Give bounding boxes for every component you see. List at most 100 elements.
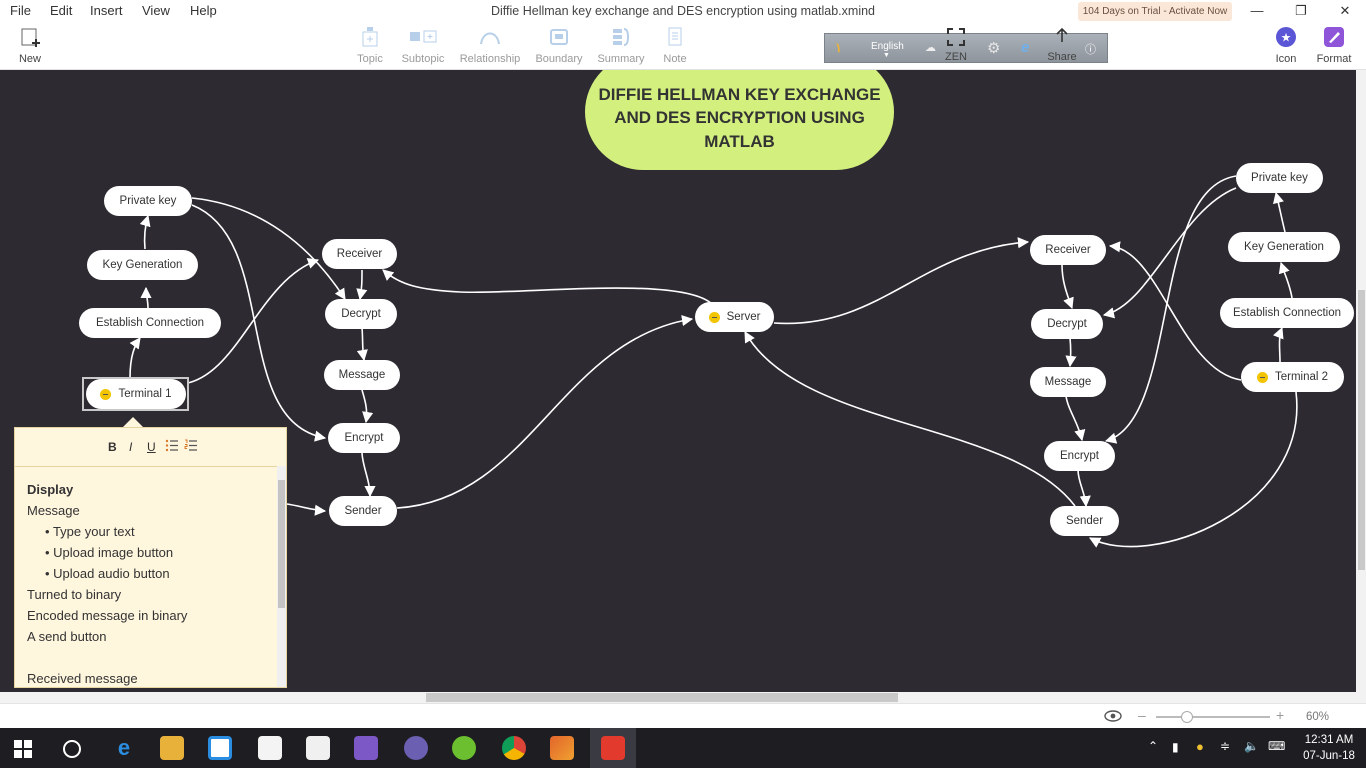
windows-start-icon[interactable]	[14, 740, 32, 758]
node-sender-right[interactable]: Sender	[1050, 506, 1119, 536]
relationship-label: Relationship	[459, 53, 521, 65]
window-title: Diffie Hellman key exchange and DES encr…	[491, 4, 875, 18]
tray-chevron-icon[interactable]: ⌃	[1148, 739, 1158, 753]
node-receiver-right[interactable]: Receiver	[1030, 235, 1106, 265]
edge-t1-establish	[129, 337, 141, 379]
italic-button[interactable]: I	[129, 440, 132, 454]
icon-button[interactable]: ★ Icon	[1270, 26, 1302, 65]
share-button[interactable]: Share	[1044, 26, 1080, 63]
ime-info-icon[interactable]: ⓘ	[1085, 41, 1096, 57]
underline-button[interactable]: U	[147, 440, 156, 454]
subtopic-button[interactable]: Subtopic	[400, 26, 446, 65]
note-button[interactable]: Note	[658, 26, 692, 65]
file-explorer-icon[interactable]	[160, 736, 184, 760]
zoom-out-icon[interactable]: –	[1138, 707, 1146, 723]
cortana-icon[interactable]	[62, 739, 82, 759]
numbered-list-icon[interactable]	[184, 439, 198, 452]
menu-file[interactable]: File	[10, 3, 31, 18]
central-topic[interactable]: DIFFIE HELLMAN KEY EXCHANGE AND DES ENCR…	[585, 70, 894, 170]
topic-label: Topic	[357, 53, 383, 65]
store-icon[interactable]	[208, 736, 232, 760]
xmind-task-active[interactable]	[590, 728, 636, 768]
relationship-icon	[480, 32, 500, 45]
node-message-left[interactable]: Message	[324, 360, 400, 390]
notes-scroll-thumb[interactable]	[278, 480, 285, 608]
node-sender-left[interactable]: Sender	[329, 496, 397, 526]
node-establish-connection-right[interactable]: Establish Connection	[1220, 298, 1354, 328]
mail-icon[interactable]	[306, 736, 330, 760]
tray-app-icon[interactable]: ●	[1196, 739, 1204, 754]
notes-bullet-text: Type your text	[52, 524, 135, 539]
boundary-button[interactable]: Boundary	[534, 26, 584, 65]
chrome-icon[interactable]	[502, 736, 526, 760]
edge-notes-sender	[286, 503, 327, 516]
zoom-in-icon[interactable]: +	[1276, 707, 1284, 723]
boundary-icon	[550, 29, 568, 45]
notes-popup[interactable]: B I U Display Message • Type your text •…	[14, 427, 287, 688]
node-message-right[interactable]: Message	[1030, 367, 1106, 397]
node-terminal-1[interactable]: Terminal 1	[86, 379, 186, 409]
edge-browser-icon[interactable]: e	[112, 736, 136, 760]
menu-edit[interactable]: Edit	[50, 3, 72, 18]
topic-button[interactable]: Topic	[352, 26, 388, 65]
ime-dropdown-icon[interactable]: ▼	[883, 52, 890, 59]
utorrent-icon[interactable]	[452, 736, 476, 760]
node-encrypt-left[interactable]: Encrypt	[328, 423, 400, 453]
bold-button[interactable]: B	[108, 440, 117, 454]
ime-logo-icon[interactable]: ١	[835, 40, 842, 56]
format-label: Format	[1316, 53, 1352, 65]
bullet-list-icon[interactable]	[165, 439, 179, 452]
zoom-slider-handle[interactable]	[1181, 711, 1193, 723]
node-server[interactable]: Server	[695, 302, 774, 332]
node-receiver-left[interactable]: Receiver	[322, 239, 397, 269]
zoom-level[interactable]: 60%	[1306, 711, 1329, 723]
new-button[interactable]: New	[14, 26, 46, 65]
ime-settings-icon[interactable]: ⚙	[987, 39, 1000, 57]
battery-icon[interactable]: ▮	[1172, 740, 1179, 754]
media-player-icon[interactable]	[404, 736, 428, 760]
notes-bullet-text: Upload image button	[53, 545, 174, 560]
ime-language[interactable]: English	[871, 41, 904, 52]
ime-keyboard-icon[interactable]: ☁	[925, 41, 936, 54]
menu-view[interactable]: View	[142, 3, 170, 18]
trial-badge[interactable]: 104 Days on Trial - Activate Now	[1078, 2, 1232, 21]
close-icon[interactable]: ✕	[1322, 0, 1366, 22]
menu-insert[interactable]: Insert	[90, 3, 123, 18]
node-key-generation-right[interactable]: Key Generation	[1228, 232, 1340, 262]
matlab-icon[interactable]	[550, 736, 574, 760]
menu-help[interactable]: Help	[190, 3, 217, 18]
ime-browser-icon[interactable]: e	[1021, 39, 1029, 56]
node-terminal-2[interactable]: Terminal 2	[1241, 362, 1344, 392]
sticky-notes-icon[interactable]	[258, 736, 282, 760]
node-decrypt-right[interactable]: Decrypt	[1031, 309, 1103, 339]
node-private-key-left[interactable]: Private key	[104, 186, 192, 216]
horizontal-scroll-thumb[interactable]	[426, 693, 898, 702]
node-key-generation-left[interactable]: Key Generation	[87, 250, 198, 280]
zen-button[interactable]: ZEN	[940, 26, 972, 63]
zoom-slider[interactable]	[1156, 716, 1270, 718]
node-private-key-right[interactable]: Private key	[1236, 163, 1323, 193]
clock[interactable]: 12:31 AM 07-Jun-18	[1300, 732, 1358, 764]
keyboard-icon[interactable]: ⌨	[1268, 739, 1285, 753]
volume-icon[interactable]: 🔈	[1244, 739, 1259, 753]
node-establish-connection-left[interactable]: Establish Connection	[79, 308, 221, 338]
edge-private2-decrypt2	[1102, 187, 1237, 319]
summary-label: Summary	[597, 53, 645, 65]
vertical-scroll-thumb[interactable]	[1358, 290, 1365, 570]
visual-studio-icon[interactable]	[354, 736, 378, 760]
node-encrypt-right[interactable]: Encrypt	[1044, 441, 1115, 471]
restore-icon[interactable]: ❐	[1278, 0, 1324, 22]
subtopic-label: Subtopic	[401, 53, 445, 65]
wifi-icon[interactable]: ≑	[1220, 739, 1230, 753]
notes-content[interactable]: Display Message • Type your text • Uploa…	[15, 467, 286, 692]
relationship-button[interactable]: Relationship	[459, 26, 521, 65]
mindmap-canvas[interactable]: DIFFIE HELLMAN KEY EXCHANGE AND DES ENCR…	[0, 70, 1356, 692]
edge-server-receiver-left	[382, 269, 713, 305]
subtopic-icon	[410, 30, 437, 43]
summary-button[interactable]: Summary	[596, 26, 646, 65]
node-decrypt-left[interactable]: Decrypt	[325, 299, 397, 329]
format-button[interactable]: Format	[1314, 26, 1354, 65]
zen-label: ZEN	[945, 51, 967, 63]
minimize-icon[interactable]: —	[1234, 0, 1280, 22]
eye-icon[interactable]	[1104, 710, 1122, 722]
